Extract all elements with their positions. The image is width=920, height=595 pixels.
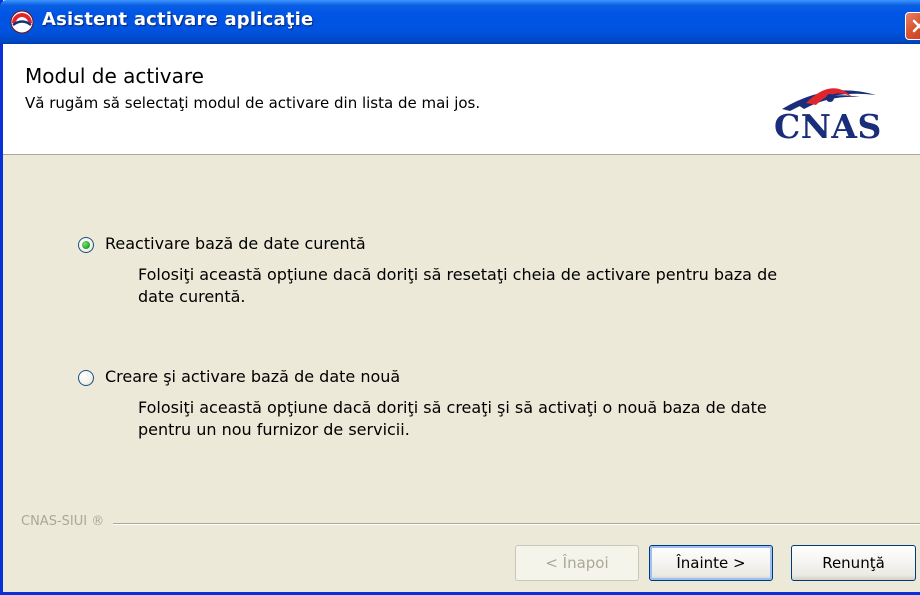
option-create-new-description: Folosiţi această opţiune dacă doriţi să … <box>138 398 767 439</box>
page-title: Modul de activare <box>25 64 204 88</box>
option-create-new-label[interactable]: Creare şi activare bază de date nouă <box>105 367 400 386</box>
back-button[interactable]: < Înapoi <box>515 545 639 581</box>
option-create-new[interactable]: Creare şi activare bază de date nouă Fol… <box>78 367 838 447</box>
cnas-logo: CNAS <box>768 79 908 149</box>
radio-selected-dot-icon <box>82 241 90 249</box>
wizard-header: Modul de activare Vă rugăm să selectaţi … <box>3 44 920 155</box>
radio-create-new[interactable] <box>78 370 94 386</box>
logo-text: CNAS <box>774 107 882 146</box>
close-icon <box>912 19 920 33</box>
window-title: Asistent activare aplicaţie <box>42 9 314 30</box>
next-button[interactable]: Înainte > <box>649 545 773 581</box>
close-button[interactable] <box>905 12 920 40</box>
option-reactivate-label[interactable]: Reactivare bază de date curentă <box>105 234 366 253</box>
page-subtitle: Vă rugăm să selectaţi modul de activare … <box>25 94 481 112</box>
title-bar[interactable]: Asistent activare aplicaţie <box>0 0 920 44</box>
option-reactivate-description: Folosiţi această opţiune dacă doriţi să … <box>138 265 778 306</box>
footer-brand: CNAS-SIUI ® <box>21 514 105 529</box>
radio-reactivate[interactable] <box>78 237 94 253</box>
wizard-window: Asistent activare aplicaţie Modul de act… <box>0 0 920 595</box>
option-reactivate[interactable]: Reactivare bază de date curentă Folosiţi… <box>78 234 838 314</box>
cancel-button[interactable]: Renunţă <box>791 545 916 581</box>
app-icon <box>10 10 34 34</box>
footer-divider <box>113 523 920 525</box>
